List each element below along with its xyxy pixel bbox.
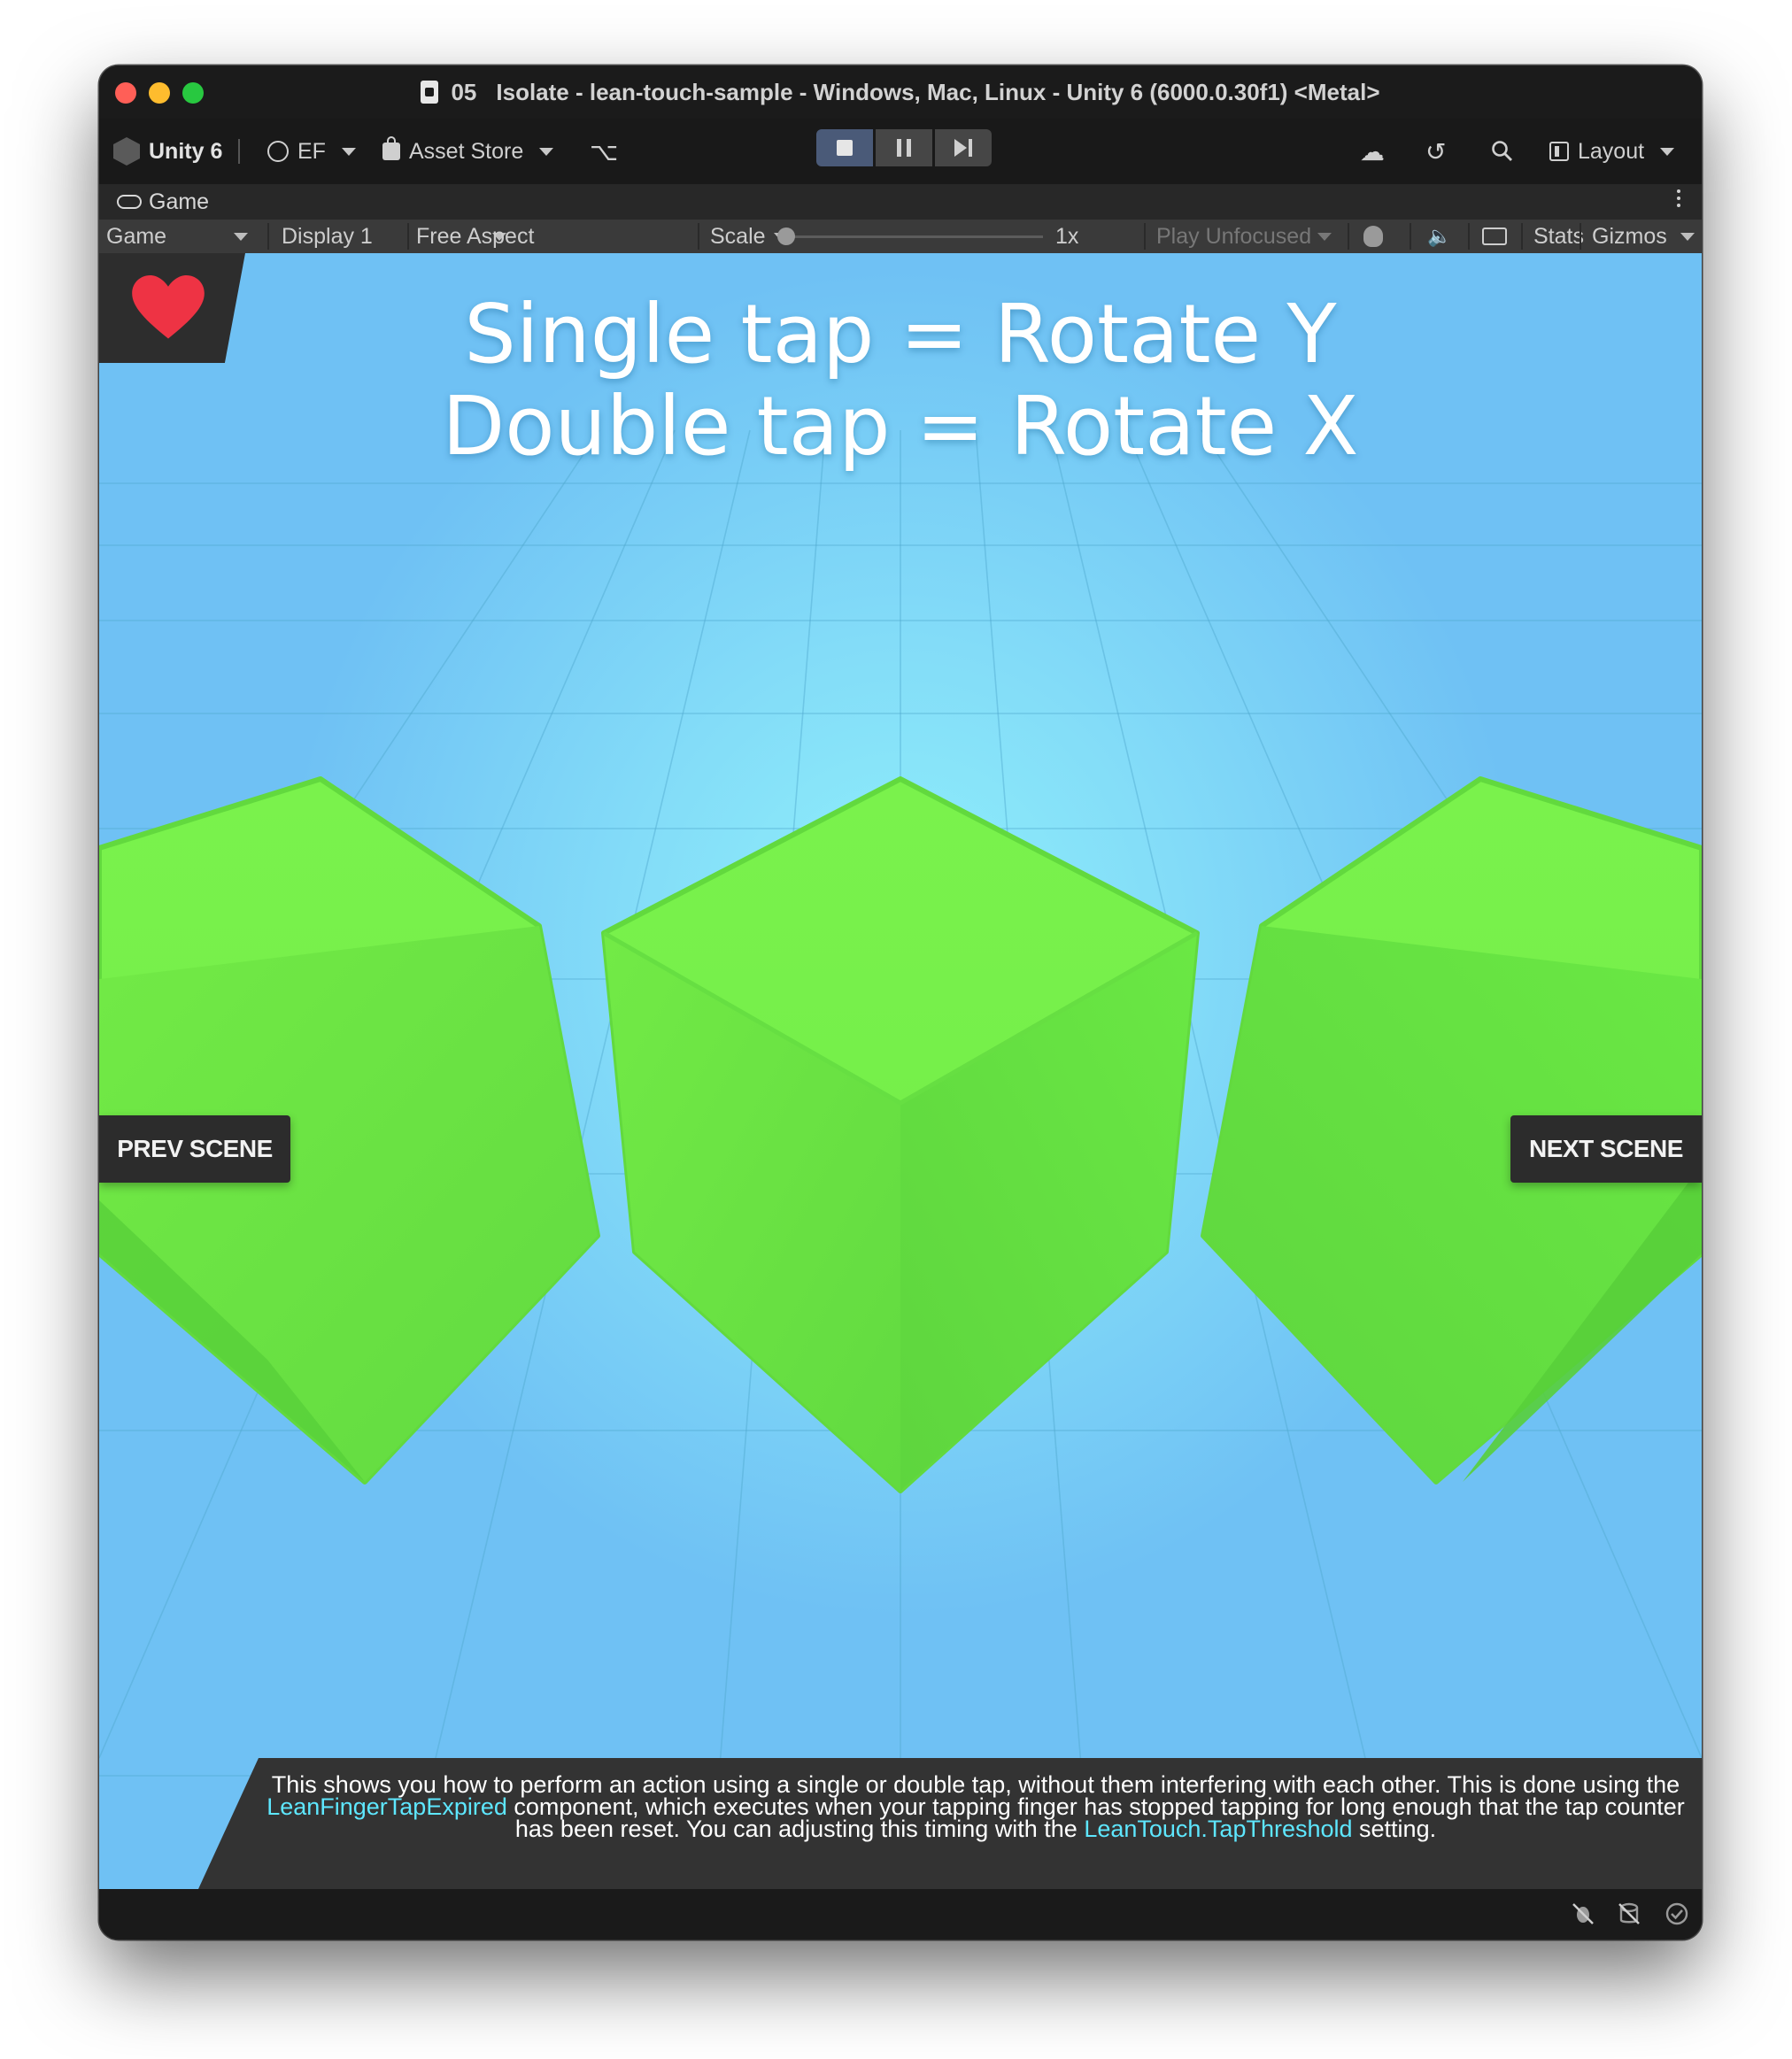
layout-icon — [1549, 142, 1569, 161]
tab-game[interactable]: Game — [99, 184, 1702, 220]
unity-editor-window: 05 Isolate - lean-touch-sample - Windows… — [99, 66, 1702, 1939]
account-icon — [267, 141, 289, 162]
center-cube[interactable] — [601, 776, 1200, 1493]
version-control-button[interactable]: ⌥ — [590, 119, 618, 184]
toolbar-divider — [1580, 223, 1581, 250]
scene-file-icon — [421, 81, 439, 104]
account-dropdown[interactable]: EF — [267, 119, 356, 184]
main-toolbar: Unity 6 EF Asset Store ⌥ ☁ ↺ Layout — [99, 119, 1702, 184]
stats-label: Stats — [1533, 223, 1584, 249]
view-select-value: Game — [106, 223, 167, 249]
layout-dropdown[interactable]: Layout — [1549, 119, 1675, 184]
chevron-down-icon — [341, 147, 356, 156]
description-part-3: setting. — [1352, 1816, 1437, 1842]
more-options-icon[interactable] — [1677, 189, 1680, 207]
shortcuts-toggle[interactable] — [1475, 220, 1519, 253]
mute-audio-toggle[interactable]: 🔈 — [1420, 220, 1464, 253]
display-select-value: Display 1 — [282, 223, 373, 249]
tab-game-label: Game — [149, 189, 210, 214]
stop-icon — [837, 140, 853, 156]
branch-icon: ⌥ — [590, 137, 619, 166]
gizmos-label: Gizmos — [1592, 223, 1667, 249]
gizmos-dropdown[interactable]: Gizmos — [1585, 220, 1702, 253]
play-mode-select[interactable]: Play Unfocused — [1149, 220, 1342, 253]
debug-off-icon[interactable] — [1571, 1901, 1595, 1926]
scale-value-text: 1x — [1055, 223, 1079, 249]
cloud-icon: ☁ — [1360, 137, 1385, 166]
shopping-bag-icon — [382, 136, 400, 160]
pause-button[interactable] — [876, 129, 932, 166]
next-scene-button[interactable]: NEXT SCENE — [1510, 1115, 1702, 1183]
cache-server-icon[interactable] — [1617, 1901, 1641, 1926]
history-icon: ↺ — [1425, 137, 1447, 166]
chevron-down-icon — [539, 147, 554, 156]
scale-value: 1x — [1048, 220, 1101, 253]
speaker-icon: 🔈 — [1427, 225, 1452, 247]
description-highlight-component: LeanFingerTapExpired — [266, 1793, 507, 1820]
chevron-down-icon — [1680, 233, 1695, 241]
pause-icon — [897, 139, 911, 157]
toolbar-divider — [1410, 223, 1411, 250]
keyboard-icon — [1482, 227, 1507, 245]
play-controls — [816, 129, 992, 166]
minimize-window-button[interactable] — [149, 82, 170, 104]
window-controls — [115, 82, 204, 104]
game-viewport[interactable]: Single tap = Rotate Y Double tap = Rotat… — [99, 253, 1702, 1889]
chevron-down-icon — [1660, 147, 1675, 156]
toolbar-divider — [1521, 223, 1523, 250]
toolbar-divider — [267, 223, 269, 250]
chevron-down-icon — [1317, 233, 1332, 241]
status-bar — [99, 1889, 1702, 1939]
aspect-select-value: Free Aspect — [416, 223, 535, 249]
gamepad-icon — [117, 195, 142, 209]
layout-label: Layout — [1578, 138, 1645, 164]
asset-store-label: Asset Store — [409, 138, 524, 164]
bug-icon — [1363, 226, 1383, 247]
toolbar-divider — [238, 139, 241, 164]
play-mode-value: Play Unfocused — [1156, 223, 1312, 249]
history-button[interactable]: ↺ — [1425, 119, 1446, 184]
unity-logo-icon — [113, 137, 140, 166]
instruction-heading: Single tap = Rotate Y Double tap = Rotat… — [99, 289, 1702, 473]
title-bar: 05 Isolate - lean-touch-sample - Windows… — [99, 66, 1702, 119]
heading-line-1: Single tap = Rotate Y — [464, 287, 1337, 382]
step-icon — [954, 139, 972, 157]
asset-store-dropdown[interactable]: Asset Store — [382, 119, 554, 184]
scale-slider-track[interactable] — [786, 235, 1043, 238]
cloud-button[interactable]: ☁ — [1360, 119, 1385, 184]
stop-button[interactable] — [816, 129, 873, 166]
unity-menu-button[interactable]: Unity 6 — [113, 119, 247, 184]
scene-graphics — [99, 429, 1702, 1889]
account-label: EF — [297, 138, 326, 164]
scale-label-text: Scale — [710, 223, 766, 249]
window-title-number: 05 — [451, 78, 477, 105]
toolbar-divider — [698, 223, 699, 250]
step-button[interactable] — [935, 129, 992, 166]
chevron-down-icon — [234, 233, 248, 241]
search-icon — [1492, 141, 1512, 161]
search-button[interactable] — [1491, 119, 1514, 184]
description-highlight-setting: LeanTouch.TapThreshold — [1084, 1816, 1353, 1842]
toolbar-divider — [1348, 223, 1349, 250]
toolbar-divider — [1468, 223, 1470, 250]
scale-slider-handle[interactable] — [777, 227, 795, 245]
check-circle-icon[interactable] — [1665, 1901, 1689, 1926]
game-view-toolbar: Game Display 1 Free Aspect Scale 1x Play… — [99, 220, 1702, 253]
heading-line-2: Double tap = Rotate X — [442, 379, 1359, 474]
debug-toggle[interactable] — [1356, 220, 1406, 253]
unity-version-label: Unity 6 — [149, 138, 223, 164]
prev-scene-button[interactable]: PREV SCENE — [99, 1115, 290, 1183]
view-select[interactable]: Game — [99, 220, 259, 253]
close-window-button[interactable] — [115, 82, 136, 104]
zoom-window-button[interactable] — [182, 82, 204, 104]
window-title: 05 Isolate - lean-touch-sample - Windows… — [421, 78, 1380, 106]
window-title-text: Isolate - lean-touch-sample - Windows, M… — [496, 78, 1380, 105]
description-text: This shows you how to perform an action … — [259, 1773, 1693, 1842]
toolbar-divider — [1144, 223, 1146, 250]
